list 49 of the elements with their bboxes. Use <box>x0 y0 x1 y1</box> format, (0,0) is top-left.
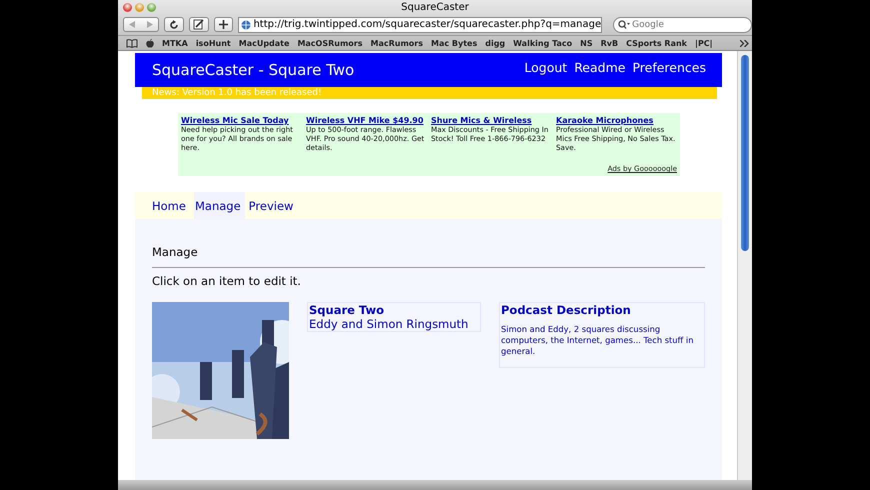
bookmark-link[interactable]: isoHunt <box>196 38 231 48</box>
ad-link[interactable]: Shure Mics & Wireless <box>431 116 552 125</box>
edit-button[interactable] <box>188 17 209 32</box>
nav-tab[interactable]: Preview <box>248 192 298 219</box>
section-heading: Manage <box>152 245 199 259</box>
bookmark-link[interactable]: Walking Taco <box>513 38 572 48</box>
description-heading[interactable]: Podcast Description <box>501 303 703 317</box>
search-input[interactable]: Google <box>630 20 734 30</box>
window-title: SquareCaster <box>401 2 469 12</box>
bookmark-link[interactable]: Mac Bytes <box>431 38 478 48</box>
bookmark-link[interactable]: |PC| <box>695 38 713 48</box>
bookmark-link[interactable]: MTKA <box>162 38 188 48</box>
scrollbar[interactable] <box>737 51 752 480</box>
search-field[interactable]: Google <box>613 16 752 32</box>
reload-icon <box>168 20 179 30</box>
ad-link[interactable]: Wireless VHF Mike $49.90 <box>306 116 427 125</box>
instruction-text: Click on an item to edit it. <box>152 274 302 288</box>
back-forward-icon <box>128 20 154 29</box>
header-link[interactable]: Preferences <box>632 60 706 74</box>
bookmark-link[interactable]: NS <box>580 38 593 48</box>
overflow-icon[interactable] <box>740 40 749 46</box>
reload-button[interactable] <box>164 17 184 32</box>
bookmark-link[interactable]: MacOSRumors <box>297 38 362 48</box>
bookmark-link[interactable]: RvB <box>600 38 618 48</box>
apple-icon[interactable] <box>146 38 154 48</box>
search-icon <box>618 20 630 29</box>
header-link[interactable]: Readme <box>574 60 626 74</box>
address-field[interactable]: http://trig.twintipped.com/squarecaster/squarecaster.php?q=manage <box>238 16 602 32</box>
back-forward-buttons[interactable] <box>123 17 159 32</box>
book-icon[interactable] <box>126 38 138 48</box>
podcast-author[interactable]: Eddy and Simon Ringsmuth <box>309 317 479 331</box>
news-banner: News: Version 1.0 has been released! <box>142 87 717 99</box>
site-title: SquareCaster - Square Two <box>152 61 354 79</box>
header-link[interactable]: Logout <box>524 60 568 74</box>
ad-link[interactable]: Karaoke Microphones <box>556 116 677 125</box>
nav-tab[interactable]: Home <box>152 192 190 219</box>
bookmark-link[interactable]: digg <box>485 38 506 48</box>
podcast-title[interactable]: Square Two <box>309 303 479 317</box>
close-button[interactable] <box>123 2 132 12</box>
ad-link[interactable]: Wireless Mic Sale Today <box>181 116 302 125</box>
bookmark-link[interactable]: CSports Rank <box>626 38 688 48</box>
pencil-icon <box>193 19 204 30</box>
globe-icon <box>241 20 252 30</box>
nav-tab[interactable]: Manage <box>194 192 245 219</box>
podcast-description[interactable]: Simon and Eddy, 2 squares discussing computers, the Internet, games... Tech stuff in general. <box>501 324 703 357</box>
plus-icon <box>218 20 228 29</box>
bookmark-link[interactable]: MacUpdate <box>238 38 290 48</box>
add-bookmark-button[interactable] <box>214 17 234 32</box>
bookmark-link[interactable]: MacRumors <box>370 38 423 48</box>
